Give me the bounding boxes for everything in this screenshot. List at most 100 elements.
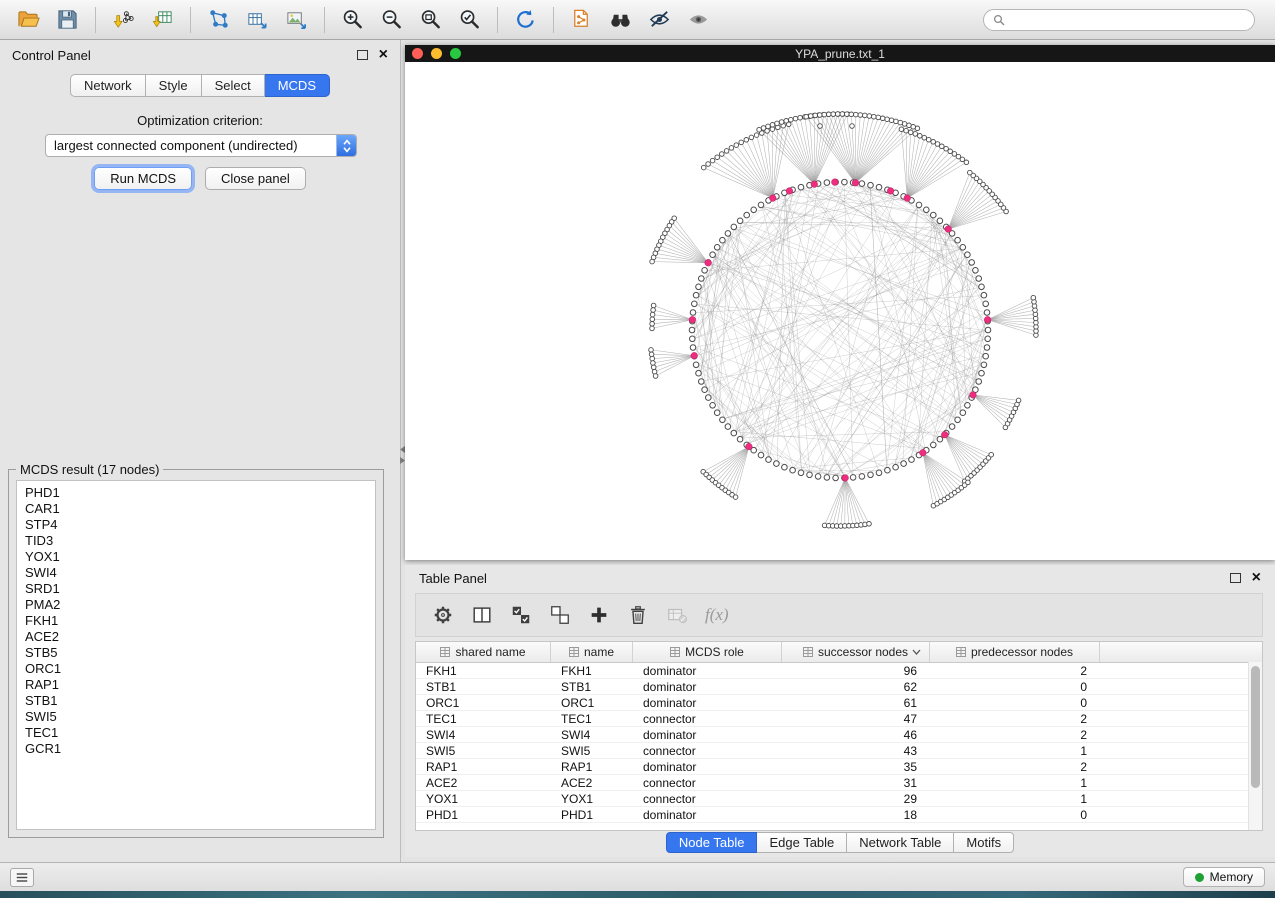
column-header-name[interactable]: name: [551, 642, 633, 662]
unchecked-boxes-icon: [549, 604, 571, 626]
save-session-button[interactable]: [49, 4, 86, 36]
window-minimize-button[interactable]: [431, 48, 442, 59]
table-cell: TEC1: [551, 712, 633, 726]
column-header-MCDS-role[interactable]: MCDS role: [633, 642, 782, 662]
mcds-result-item[interactable]: RAP1: [25, 677, 375, 693]
mcds-result-item[interactable]: TEC1: [25, 725, 375, 741]
float-panel-icon[interactable]: [357, 50, 368, 60]
deselect-all-button[interactable]: [547, 602, 573, 628]
mcds-buttons-row: Run MCDS Close panel: [0, 167, 400, 190]
mcds-result-item[interactable]: PHD1: [25, 485, 375, 501]
table-row[interactable]: SWI4SWI4dominator462: [416, 727, 1262, 743]
table-cell: dominator: [633, 728, 782, 742]
table-settings-button[interactable]: [430, 602, 456, 628]
table-panel: Table Panel × f(x) shared namenameMCDS r…: [405, 565, 1275, 857]
refresh-icon: [514, 8, 537, 31]
status-menu-button[interactable]: [10, 868, 34, 887]
mcds-result-item[interactable]: YOX1: [25, 549, 375, 565]
select-all-button[interactable]: [508, 602, 534, 628]
toolbar-separator: [497, 7, 498, 33]
export-image-button[interactable]: [278, 4, 315, 36]
show-graphics-details-button[interactable]: [641, 4, 678, 36]
new-network-button[interactable]: [200, 4, 237, 36]
table-row[interactable]: ACE2ACE2connector311: [416, 775, 1262, 791]
table-row[interactable]: TEC1TEC1connector472: [416, 711, 1262, 727]
mcds-result-item[interactable]: SWI4: [25, 565, 375, 581]
zoom-out-button[interactable]: [373, 4, 410, 36]
tab-network-table[interactable]: Network Table: [847, 832, 954, 853]
table-cell: ORC1: [551, 696, 633, 710]
table-cell: ACE2: [551, 776, 633, 790]
zoom-selected-button[interactable]: [451, 4, 488, 36]
run-mcds-button[interactable]: Run MCDS: [94, 167, 192, 190]
save-floppy-icon: [56, 8, 79, 31]
table-row[interactable]: STB1STB1dominator620: [416, 679, 1262, 695]
table-row[interactable]: RAP1RAP1dominator352: [416, 759, 1262, 775]
hide-graphics-details-button[interactable]: [680, 4, 717, 36]
mcds-result-item[interactable]: SWI5: [25, 709, 375, 725]
tab-edge-table[interactable]: Edge Table: [757, 832, 847, 853]
memory-button[interactable]: Memory: [1183, 867, 1265, 887]
open-session-button[interactable]: [10, 4, 47, 36]
delete-column-button[interactable]: [625, 602, 651, 628]
tab-node-table[interactable]: Node Table: [666, 832, 758, 853]
float-table-panel-icon[interactable]: [1230, 573, 1241, 583]
mcds-result-list[interactable]: PHD1CAR1STP4TID3YOX1SWI4SRD1PMA2FKH1ACE2…: [16, 480, 376, 830]
clone-network-button[interactable]: [563, 4, 600, 36]
import-network-from-file-button[interactable]: [105, 4, 142, 36]
apply-layout-button[interactable]: [507, 4, 544, 36]
network-canvas[interactable]: [405, 62, 1275, 560]
show-column-button[interactable]: [469, 602, 495, 628]
mcds-result-item[interactable]: PMA2: [25, 597, 375, 613]
tab-select[interactable]: Select: [202, 74, 265, 97]
close-table-panel-icon[interactable]: ×: [1252, 570, 1261, 586]
import-table-from-file-button[interactable]: [144, 4, 181, 36]
mcds-result-item[interactable]: STB1: [25, 693, 375, 709]
criterion-dropdown[interactable]: largest connected component (undirected): [45, 134, 357, 157]
find-button[interactable]: [602, 4, 639, 36]
close-mcds-panel-button[interactable]: Close panel: [205, 167, 306, 190]
table-cell: 62: [782, 680, 930, 694]
add-column-button[interactable]: [586, 602, 612, 628]
mcds-result-item[interactable]: ACE2: [25, 629, 375, 645]
window-close-button[interactable]: [412, 48, 423, 59]
tab-style[interactable]: Style: [146, 74, 202, 97]
column-header-shared-name[interactable]: shared name: [416, 642, 551, 662]
network-graph[interactable]: [405, 62, 1275, 560]
table-scrollbar[interactable]: [1248, 662, 1262, 830]
export-table-button[interactable]: [239, 4, 276, 36]
zoom-in-button[interactable]: [334, 4, 371, 36]
network-window-titlebar[interactable]: YPA_prune.txt_1: [405, 45, 1275, 62]
mcds-result-item[interactable]: SRD1: [25, 581, 375, 597]
tab-network[interactable]: Network: [70, 74, 146, 97]
table-row[interactable]: YOX1YOX1connector291: [416, 791, 1262, 807]
table-row[interactable]: PHD1PHD1dominator180: [416, 807, 1262, 823]
tab-motifs[interactable]: Motifs: [954, 832, 1014, 853]
mcds-result-item[interactable]: TID3: [25, 533, 375, 549]
function-builder-button: f(x): [705, 605, 729, 625]
table-row[interactable]: SWI5SWI5connector431: [416, 743, 1262, 759]
column-header-predecessor-nodes[interactable]: predecessor nodes: [930, 642, 1100, 662]
mcds-result-item[interactable]: FKH1: [25, 613, 375, 629]
mcds-result-item[interactable]: CAR1: [25, 501, 375, 517]
window-zoom-button[interactable]: [450, 48, 461, 59]
zoom-fit-button[interactable]: [412, 4, 449, 36]
tab-mcds[interactable]: MCDS: [265, 74, 330, 97]
mcds-result-item[interactable]: STP4: [25, 517, 375, 533]
mcds-result-item[interactable]: GCR1: [25, 741, 375, 757]
search-input[interactable]: [1010, 12, 1245, 28]
memory-status-icon: [1195, 873, 1204, 882]
column-header-successor-nodes[interactable]: successor nodes: [782, 642, 930, 662]
search-box[interactable]: [983, 9, 1255, 31]
table-row[interactable]: FKH1FKH1dominator962: [416, 663, 1262, 679]
table-cell: 0: [930, 696, 1100, 710]
close-panel-icon[interactable]: ×: [379, 47, 388, 63]
mcds-result-item[interactable]: STB5: [25, 645, 375, 661]
table-cell: SWI5: [416, 744, 551, 758]
node-table: shared namenameMCDS rolesuccessor nodesp…: [415, 641, 1263, 831]
dropdown-stepper-icon: [336, 135, 356, 156]
table-row[interactable]: ORC1ORC1dominator610: [416, 695, 1262, 711]
scrollbar-thumb[interactable]: [1251, 666, 1260, 788]
table-cell: 43: [782, 744, 930, 758]
mcds-result-item[interactable]: ORC1: [25, 661, 375, 677]
